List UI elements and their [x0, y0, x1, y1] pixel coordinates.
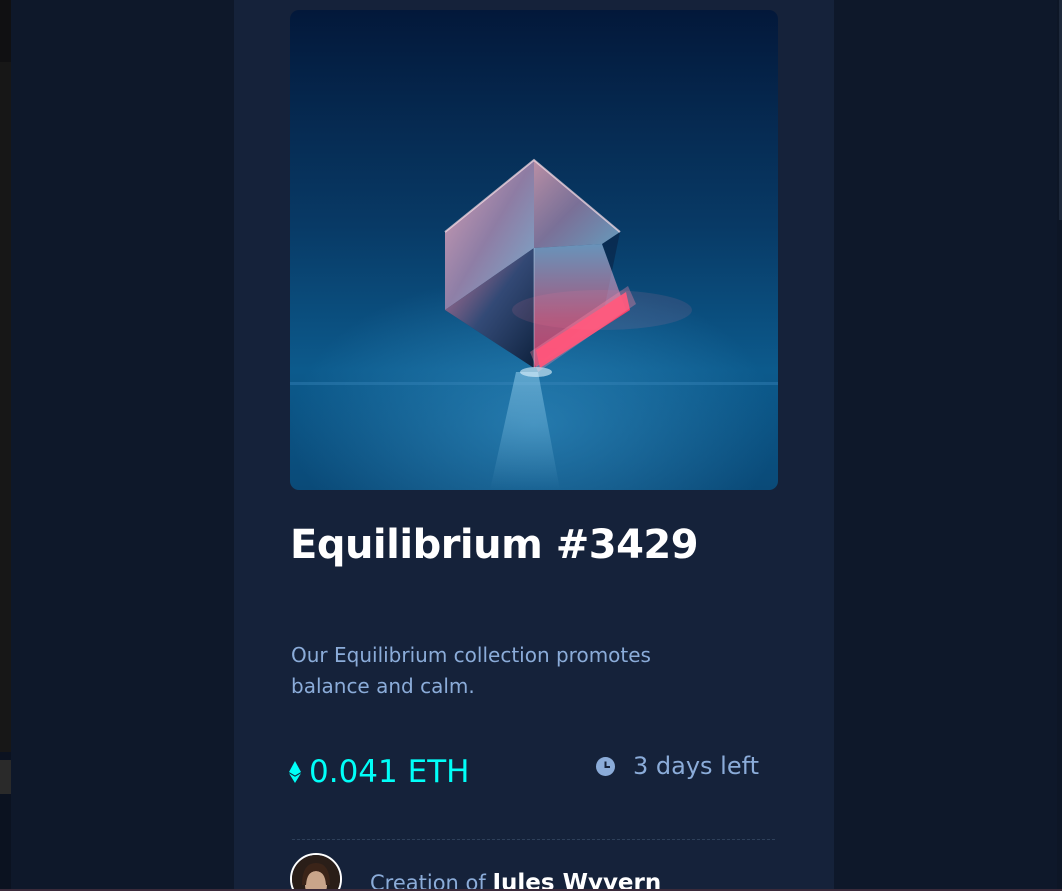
scrollbar[interactable] [1057, 0, 1062, 891]
avatar [290, 853, 342, 891]
creator: Creation of Jules Wyvern [290, 853, 661, 891]
ethereum-icon [289, 761, 301, 783]
price: 0.041 ETH [289, 754, 469, 790]
clock-icon [596, 756, 615, 776]
time-left-value: 3 days left [633, 752, 760, 780]
nft-image[interactable] [290, 10, 778, 490]
time-left: 3 days left [596, 752, 759, 780]
divider [292, 839, 775, 840]
nft-description: Our Equilibrium collection promotes bala… [291, 643, 651, 698]
creator-name[interactable]: Jules Wyvern [492, 870, 661, 891]
page: Equilibrium #3429 Our Equilibrium collec… [0, 0, 1062, 891]
price-value: 0.041 ETH [309, 754, 470, 790]
creator-prefix: Creation of [370, 871, 486, 891]
window-left-edge [0, 0, 11, 891]
nft-title[interactable]: Equilibrium #3429 [290, 522, 699, 568]
